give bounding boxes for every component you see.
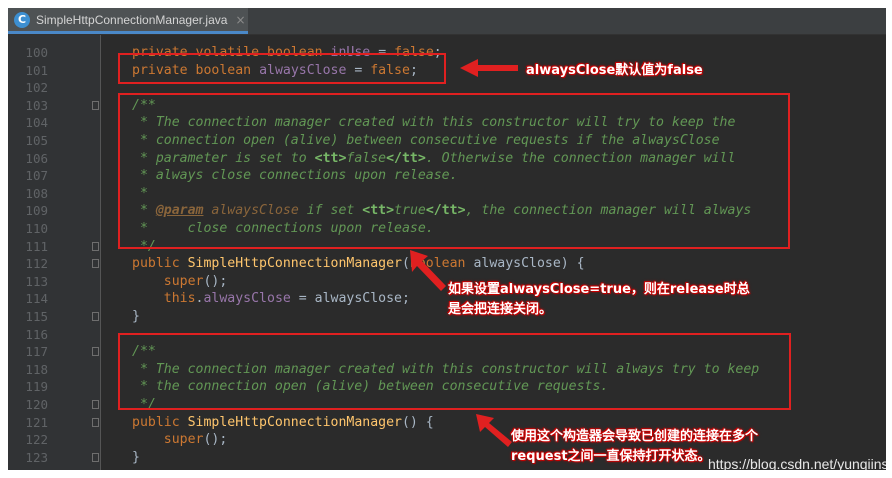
line-number: 100 bbox=[25, 45, 48, 60]
annotation-note-always-close-line2: 是会把连接关闭。 bbox=[448, 302, 553, 317]
line-number: 114 bbox=[25, 291, 48, 307]
tab-bar: C SimpleHttpConnectionManager.java × bbox=[8, 8, 886, 35]
line-number: 107 bbox=[25, 168, 48, 184]
java-class-icon: C bbox=[14, 11, 30, 28]
line-number: 118 bbox=[25, 361, 48, 377]
annotation-note-default: alwaysClose默认值为false bbox=[526, 63, 703, 78]
code-text: public SimpleHttpConnectionManager(boole… bbox=[132, 256, 585, 272]
code-text: public SimpleHttpConnectionManager() { bbox=[132, 414, 434, 430]
annotation-note-always-close-line1: 如果设置alwaysClose=true，则在release时总 bbox=[448, 282, 750, 297]
line-number: 104 bbox=[25, 115, 48, 131]
line-number: 117 bbox=[25, 344, 48, 360]
line-number: 110 bbox=[25, 221, 48, 236]
arrow-icon bbox=[410, 250, 446, 291]
code-text: super(); bbox=[163, 273, 228, 289]
editor-window: C SimpleHttpConnectionManager.java × 100… bbox=[8, 8, 886, 470]
fold-marker-icon[interactable] bbox=[92, 347, 99, 357]
code-text: super(); bbox=[163, 432, 228, 448]
fold-marker-icon[interactable] bbox=[92, 400, 99, 409]
line-number: 119 bbox=[25, 379, 48, 395]
line-number: 116 bbox=[25, 326, 48, 342]
annotation-note-constructor-line1: 使用这个构造器会导致已创建的连接在多个 bbox=[511, 429, 759, 444]
watermark: https://blog.csdn.net/yunqiinsight bbox=[708, 456, 886, 470]
line-number: 122 bbox=[25, 432, 48, 448]
line-number: 112 bbox=[25, 256, 48, 272]
line-number: 109 bbox=[25, 203, 48, 219]
line-number: 124 bbox=[8, 466, 48, 470]
line-number: 102 bbox=[25, 80, 48, 96]
line-number: 101 bbox=[25, 62, 48, 78]
line-number: 120 bbox=[25, 397, 48, 412]
line-number: 103 bbox=[25, 97, 48, 113]
line-number: 115 bbox=[25, 309, 48, 324]
arrow-icon bbox=[476, 414, 512, 447]
highlight-box-javadoc-1 bbox=[118, 93, 790, 249]
code-line[interactable]: 115} bbox=[8, 308, 886, 326]
line-number: 121 bbox=[25, 414, 48, 430]
highlight-box-javadoc-2 bbox=[118, 333, 791, 410]
annotation-note-constructor-line2: request之间一直保持打开状态。 bbox=[511, 449, 711, 464]
fold-marker-icon[interactable] bbox=[92, 100, 99, 110]
line-number: 111 bbox=[25, 238, 48, 254]
code-text: this.alwaysClose = alwaysClose; bbox=[163, 291, 410, 307]
line-number: 105 bbox=[25, 133, 48, 148]
line-number: 113 bbox=[25, 273, 48, 289]
line-number: 108 bbox=[25, 185, 48, 201]
code-text: } bbox=[132, 449, 140, 465]
close-icon[interactable]: × bbox=[235, 13, 245, 27]
tab-simplehttpconnectionmanager[interactable]: C SimpleHttpConnectionManager.java × bbox=[8, 8, 248, 34]
fold-marker-icon[interactable] bbox=[92, 417, 99, 427]
line-number: 123 bbox=[25, 449, 48, 465]
code-text: } bbox=[132, 309, 140, 324]
fold-marker-icon[interactable] bbox=[92, 241, 99, 251]
highlight-box-field bbox=[118, 53, 446, 84]
fold-marker-icon[interactable] bbox=[92, 452, 99, 462]
code-line[interactable]: 114 this.alwaysClose = alwaysClose; bbox=[8, 290, 886, 308]
line-number: 106 bbox=[25, 150, 48, 166]
tab-label: SimpleHttpConnectionManager.java bbox=[36, 12, 228, 27]
fold-marker-icon[interactable] bbox=[92, 259, 99, 269]
fold-marker-icon[interactable] bbox=[92, 312, 99, 321]
arrow-icon bbox=[460, 59, 518, 77]
